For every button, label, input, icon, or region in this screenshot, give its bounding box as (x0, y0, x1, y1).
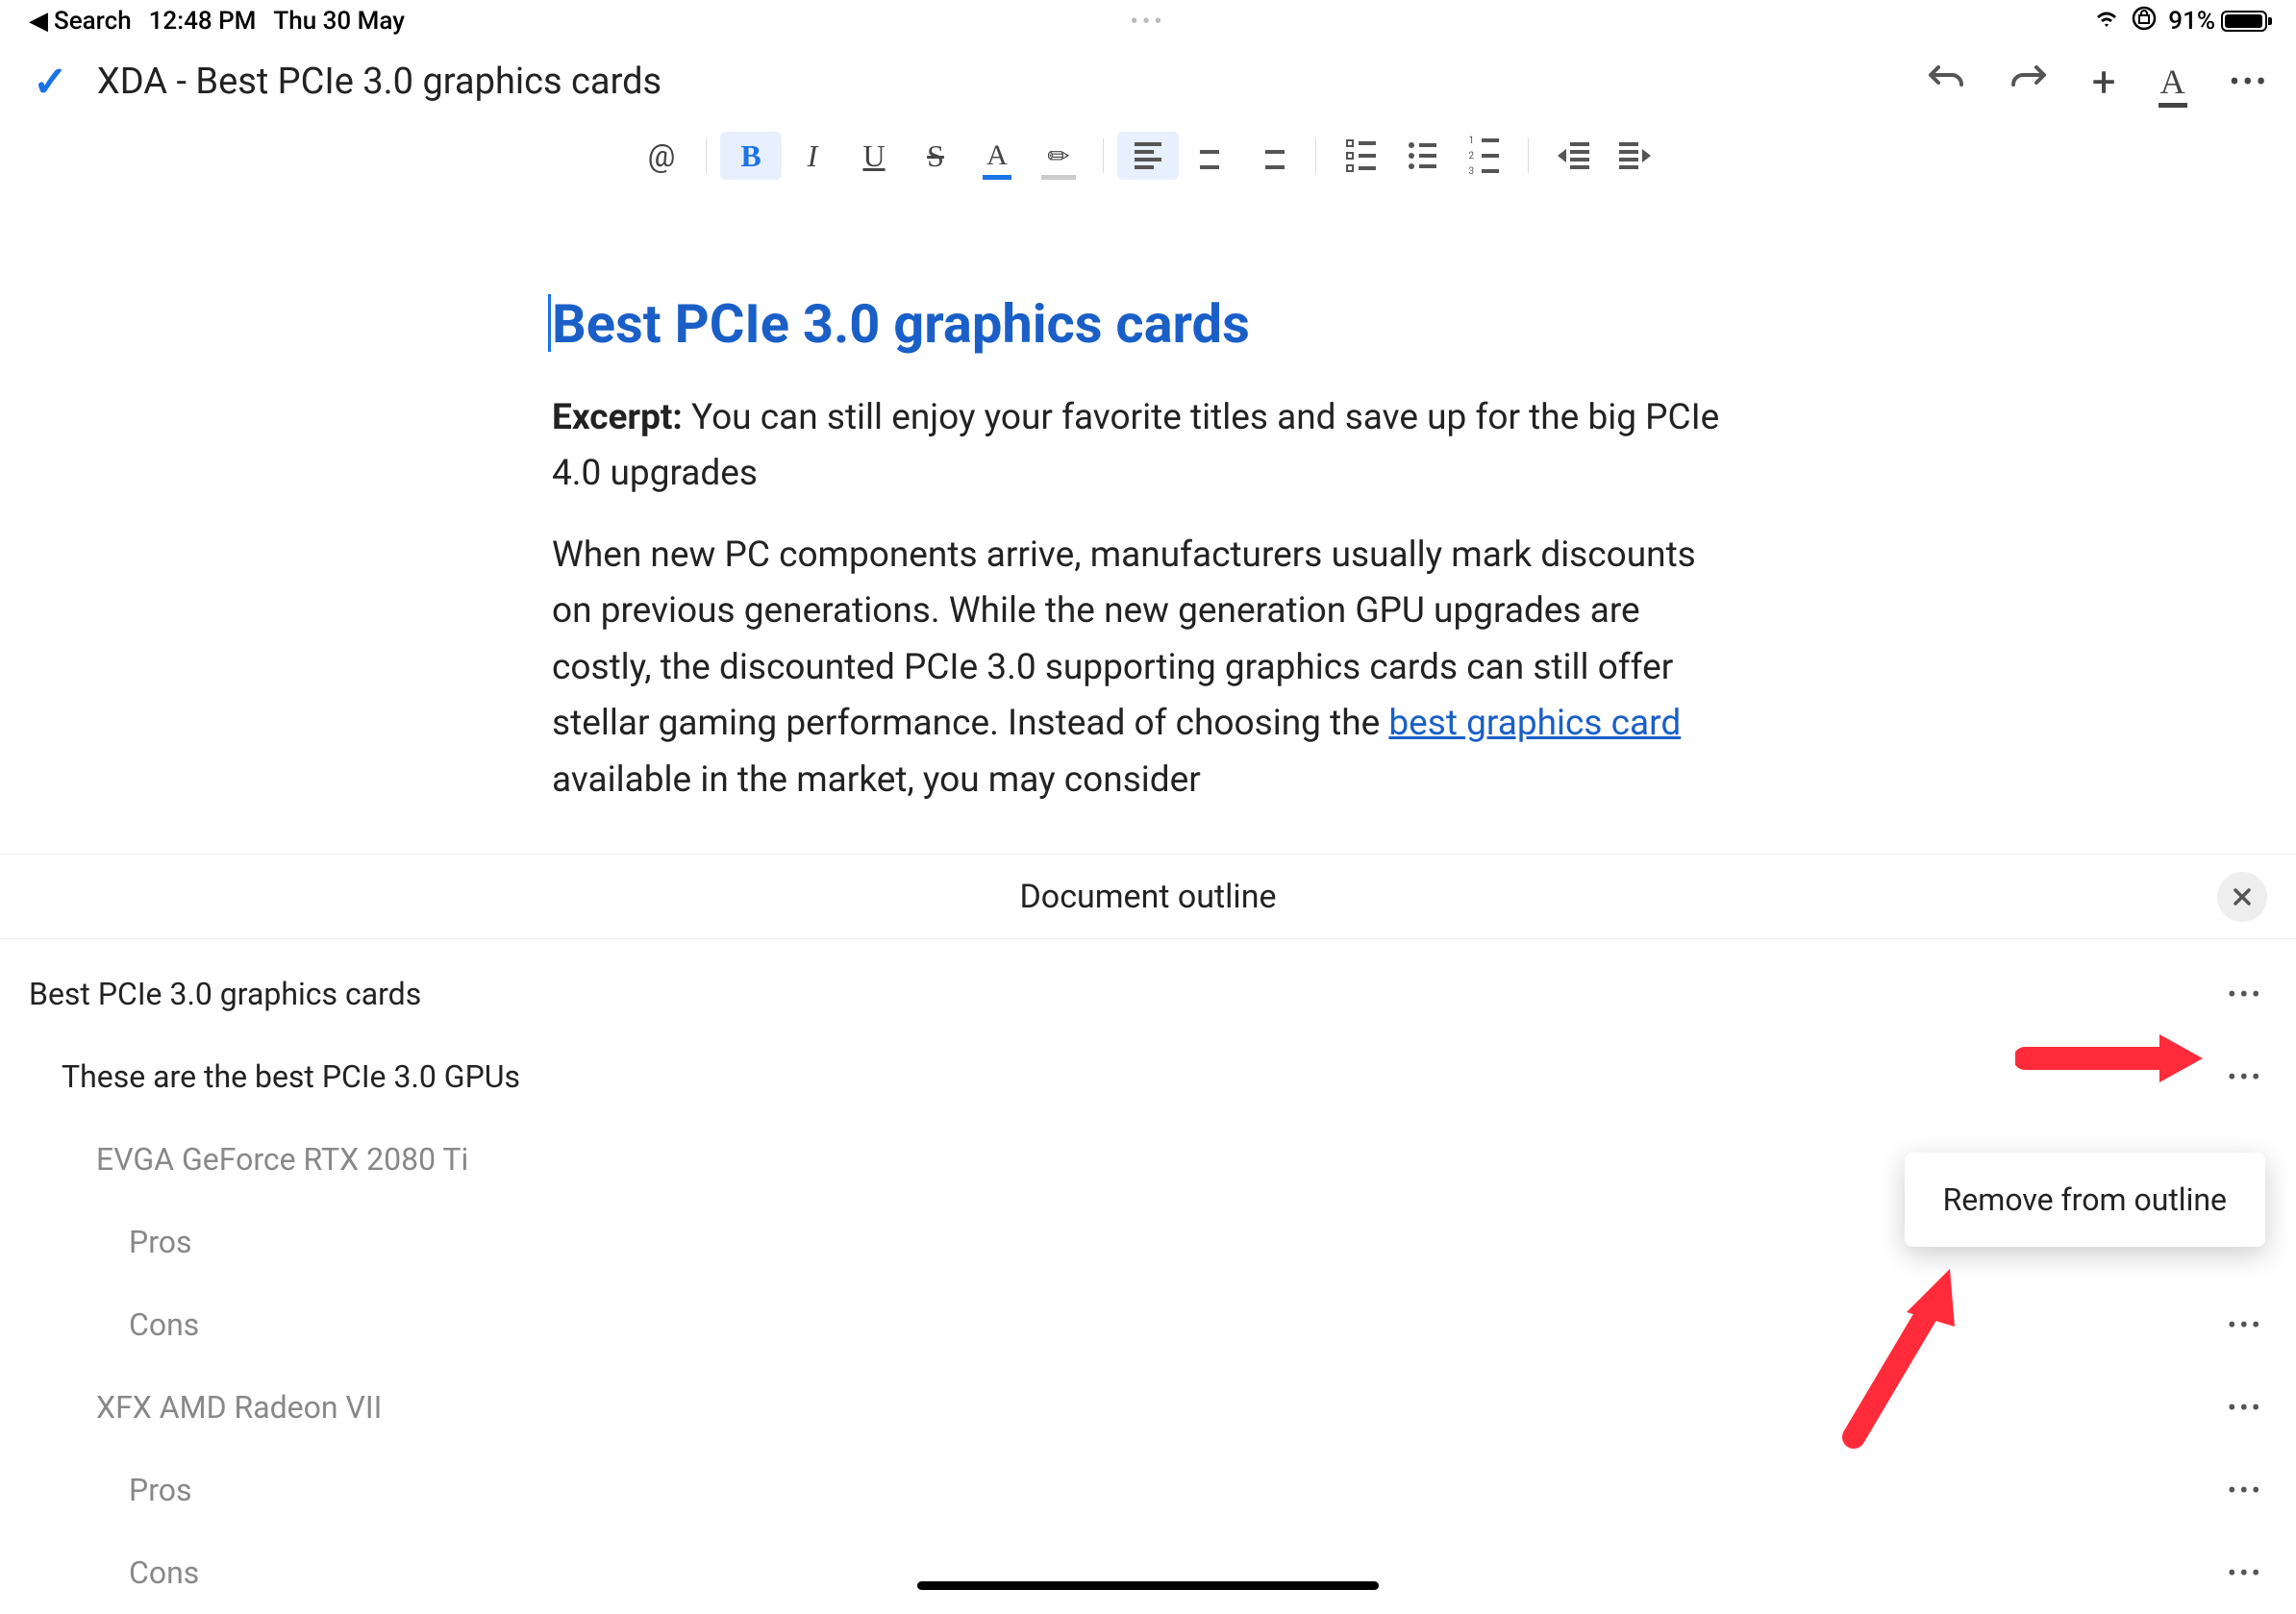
document-canvas[interactable]: Best PCIe 3.0 graphics cards Excerpt: Yo… (0, 190, 2296, 833)
annotation-arrow-icon (2015, 1025, 2208, 1092)
outline-header: Document outline (0, 855, 2296, 939)
back-label: Search (54, 7, 132, 36)
orientation-lock-icon (2132, 6, 2157, 37)
inline-link[interactable]: best graphics card (1388, 703, 1681, 744)
format-toolbar: @ B I U S A ✏ 123 (0, 121, 2296, 190)
done-check-icon[interactable]: ✓ (33, 57, 68, 107)
decrease-indent-button[interactable] (1542, 132, 1604, 180)
text-color-button[interactable]: A (966, 132, 1028, 180)
numbered-list-button[interactable]: 123 (1453, 132, 1514, 180)
checklist-button[interactable] (1330, 132, 1391, 180)
text-format-button[interactable]: A (2160, 62, 2185, 102)
status-left: ◀ Search 12:48 PM Thu 30 May (29, 7, 405, 36)
close-outline-button[interactable] (2217, 872, 2267, 922)
outline-item-more-button[interactable]: ••• (2228, 1392, 2263, 1424)
outline-item-more-button[interactable]: ••• (2228, 979, 2263, 1010)
status-bar: ◀ Search 12:48 PM Thu 30 May ••• 91% (0, 0, 2296, 42)
increase-indent-button[interactable] (1604, 132, 1665, 180)
document-paragraph[interactable]: Excerpt: You can still enjoy your favori… (552, 390, 1744, 503)
align-right-button[interactable] (1240, 132, 1302, 180)
insert-button[interactable]: + (2092, 57, 2116, 107)
back-to-search[interactable]: ◀ Search (29, 7, 132, 36)
redo-button[interactable] (2009, 60, 2048, 104)
outline-title: Document outline (1019, 878, 1276, 916)
excerpt-label: Excerpt: (552, 397, 683, 438)
battery-icon (2221, 11, 2267, 32)
italic-button[interactable]: I (782, 132, 843, 180)
document-heading-1[interactable]: Best PCIe 3.0 graphics cards (552, 292, 1744, 356)
divider (1103, 138, 1104, 173)
close-icon (2232, 886, 2253, 907)
divider (706, 138, 707, 173)
popover-label: Remove from outline (1943, 1181, 2227, 1218)
outline-item[interactable]: Pros••• (0, 1449, 2296, 1531)
status-date: Thu 30 May (273, 7, 405, 36)
home-indicator[interactable] (917, 1581, 1379, 1590)
outline-item-more-button[interactable]: ••• (2228, 1309, 2263, 1341)
status-right: 91% (2093, 6, 2267, 37)
title-bar: ✓ XDA - Best PCIe 3.0 graphics cards + A… (0, 42, 2296, 121)
outline-item[interactable]: Best PCIe 3.0 graphics cards••• (0, 953, 2296, 1035)
battery-pct: 91% (2168, 7, 2215, 36)
chevron-left-icon: ◀ (29, 7, 48, 36)
bullet-list-button[interactable] (1391, 132, 1453, 180)
align-left-button[interactable] (1117, 132, 1179, 180)
strikethrough-button[interactable]: S (905, 132, 966, 180)
undo-button[interactable] (1927, 60, 1965, 104)
wifi-icon (2093, 8, 2120, 35)
bold-button[interactable]: B (720, 132, 782, 180)
more-options-button[interactable]: ••• (2230, 63, 2269, 100)
align-center-button[interactable] (1179, 132, 1240, 180)
highlight-button[interactable]: ✏ (1028, 132, 1089, 180)
battery-indicator: 91% (2168, 7, 2267, 36)
outline-item-more-button[interactable]: ••• (2228, 1557, 2263, 1589)
outline-item-more-button[interactable]: ••• (2228, 1475, 2263, 1506)
outline-item[interactable]: Cons••• (0, 1531, 2296, 1614)
document-title[interactable]: XDA - Best PCIe 3.0 graphics cards (97, 61, 661, 103)
mention-button[interactable]: @ (631, 132, 692, 180)
document-paragraph[interactable]: When new PC components arrive, manufactu… (552, 528, 1744, 808)
divider (1528, 138, 1529, 173)
multitask-dots-icon[interactable]: ••• (1130, 8, 1165, 35)
outline-item-more-button[interactable]: ••• (2228, 1061, 2263, 1093)
text-cursor (548, 294, 551, 352)
status-time: 12:48 PM (149, 7, 257, 36)
divider (1315, 138, 1316, 173)
annotation-arrow-icon (1834, 1259, 1969, 1452)
remove-from-outline-popover[interactable]: Remove from outline (1905, 1153, 2265, 1247)
underline-button[interactable]: U (843, 132, 905, 180)
excerpt-text: You can still enjoy your favorite titles… (552, 397, 1719, 494)
outline-item[interactable]: These are the best PCIe 3.0 GPUs••• (0, 1035, 2296, 1118)
